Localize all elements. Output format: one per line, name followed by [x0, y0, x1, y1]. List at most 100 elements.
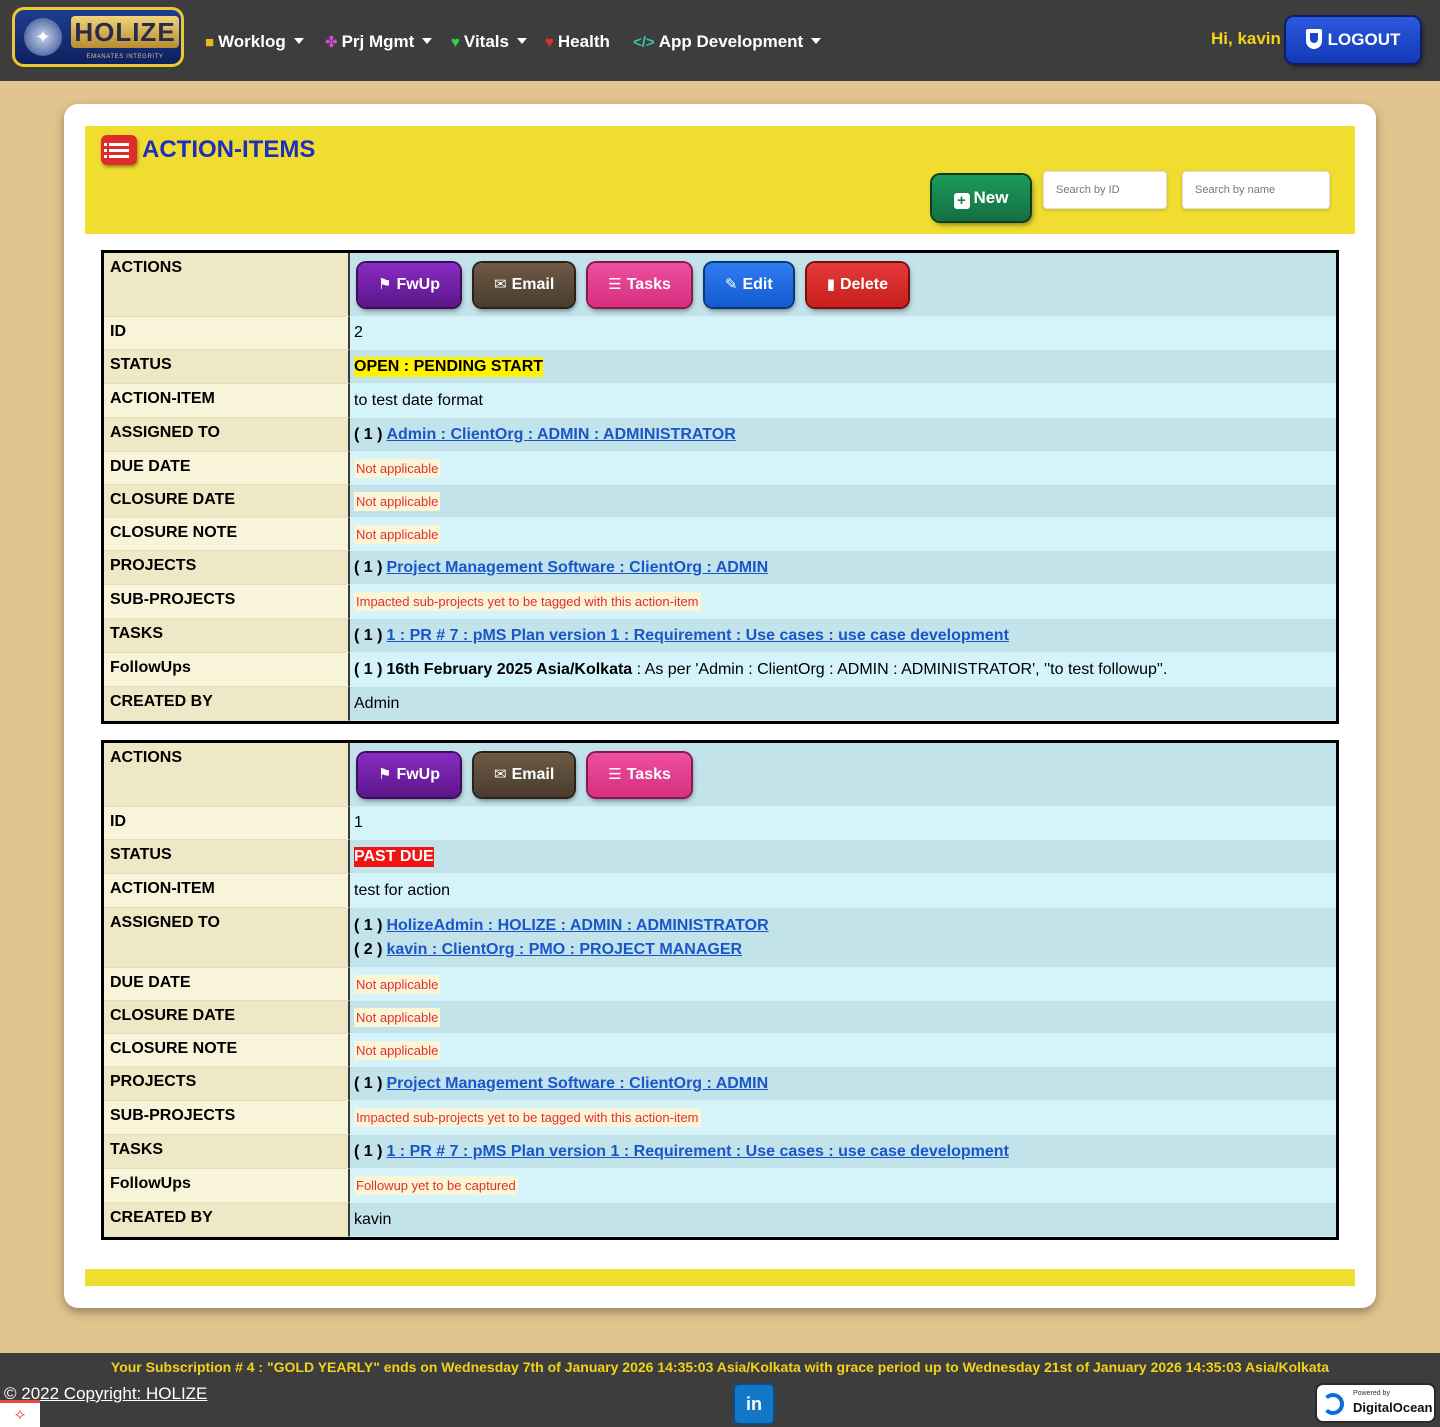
email-button[interactable]: ✉ Email: [474, 752, 575, 797]
tasks-row: TASKS ( 1 ) 1 : PR # 7 : pMS Plan version…: [104, 1135, 1336, 1169]
nav-prj-mgmt[interactable]: ✤ Prj Mgmt: [325, 28, 433, 56]
followup-text: : As per 'Admin : ClientOrg : ADMIN : AD…: [632, 660, 1168, 678]
list-icon: [101, 135, 137, 165]
envelope-icon: ✉: [494, 765, 507, 783]
sub-projects-note: Impacted sub-projects yet to be tagged w…: [354, 592, 701, 611]
followup-icon: ⚑: [378, 765, 392, 783]
chevron-down-icon: [422, 38, 433, 44]
page-title: ACTION-ITEMS: [142, 136, 316, 163]
nav-worklog[interactable]: ■ Worklog: [205, 28, 304, 56]
due-date-row: DUE DATE Not applicable: [104, 968, 1336, 1001]
status-row: STATUS PAST DUE: [104, 840, 1336, 874]
eagle-emblem-icon: ✦: [24, 18, 62, 56]
nav-health[interactable]: ♥ Health: [545, 28, 610, 56]
email-button[interactable]: ✉ Email: [474, 262, 575, 307]
action-item-text: test for action: [354, 881, 451, 899]
action-buttons: ⚑ FwUp ✉ Email ☰ Tasks ✎ Edit ▮ Delete: [354, 262, 1332, 307]
assigned-to-row: ASSIGNED TO ( 1 ) Admin : ClientOrg : ADM…: [104, 418, 1336, 452]
nav-vitals[interactable]: ♥ Vitals: [451, 28, 527, 56]
chevron-down-icon: [811, 38, 822, 44]
health-icon: ♥: [545, 34, 554, 51]
tasks-button[interactable]: ☰ Tasks: [588, 262, 691, 307]
code-icon: </>: [633, 34, 655, 51]
digitalocean-badge[interactable]: Powered by DigitalOcean: [1315, 1383, 1436, 1423]
action-item-row: ACTION-ITEM to test date format: [104, 384, 1336, 418]
shield-icon: [1305, 29, 1322, 49]
task-list-icon: ☰: [608, 765, 622, 783]
assigned-to-row: ASSIGNED TO ( 1 ) HolizeAdmin : HOLIZE : …: [104, 908, 1336, 968]
field-label: ACTIONS: [104, 253, 350, 317]
status-row: STATUS OPEN : PENDING START: [104, 350, 1336, 384]
status-badge: OPEN : PENDING START: [354, 356, 544, 377]
task-link[interactable]: 1 : PR # 7 : pMS Plan version 1 : Requir…: [386, 627, 1008, 644]
tasks-button[interactable]: ☰ Tasks: [588, 752, 691, 797]
not-applicable-note: Not applicable: [354, 491, 441, 511]
plus-icon: +: [953, 193, 970, 209]
laravel-icon: ⟡: [0, 1400, 40, 1427]
id-row: ID 2: [104, 317, 1336, 350]
sub-projects-note: Impacted sub-projects yet to be tagged w…: [354, 1108, 701, 1127]
fwup-button[interactable]: ⚑ FwUp: [358, 752, 460, 797]
not-applicable-note: Not applicable: [354, 1007, 441, 1027]
chevron-down-icon: [516, 38, 527, 44]
not-applicable-note: Not applicable: [354, 458, 441, 478]
assignee-link[interactable]: Admin : ClientOrg : ADMIN : ADMINISTRATO…: [386, 426, 735, 443]
followup-date: 16th February 2025 Asia/Kolkata: [386, 660, 633, 678]
user-greeting: Hi, kavin: [1211, 29, 1281, 48]
action-item-record: ACTIONS ⚑ FwUp ✉ Email ☰ Tasks ✎ Edit ▮ Delet…: [101, 250, 1339, 724]
closure-note-row: CLOSURE NOTE Not applicable: [104, 518, 1336, 551]
sub-projects-row: SUB-PROJECTS Impacted sub-projects yet t…: [104, 585, 1336, 619]
followup-none-note: Followup yet to be captured: [354, 1176, 518, 1195]
subscription-notice: Your Subscription # 4 : "GOLD YEARLY" en…: [110, 1359, 1330, 1375]
followup-icon: ⚑: [378, 275, 392, 293]
action-item-record: ACTIONS ⚑ FwUp ✉ Email ☰ Tasks ID 1 STATUS …: [101, 740, 1339, 1240]
delete-button[interactable]: ▮ Delete: [806, 262, 908, 307]
linkedin-icon[interactable]: in: [735, 1385, 773, 1423]
created-by-value: kavin: [354, 1210, 392, 1228]
assignee-link[interactable]: HolizeAdmin : HOLIZE : ADMIN : ADMINISTR…: [386, 917, 768, 934]
fwup-button[interactable]: ⚑ FwUp: [358, 262, 460, 307]
created-by-value: Admin: [354, 694, 400, 712]
digitalocean-icon: [1322, 1393, 1344, 1415]
envelope-icon: ✉: [494, 275, 507, 293]
task-link[interactable]: 1 : PR # 7 : pMS Plan version 1 : Requir…: [386, 1143, 1008, 1160]
status-badge: PAST DUE: [354, 846, 434, 867]
created-by-row: CREATED BY kavin: [104, 1203, 1336, 1237]
closure-note-row: CLOSURE NOTE Not applicable: [104, 1034, 1336, 1067]
pencil-icon: ✎: [724, 275, 738, 293]
closure-date-row: CLOSURE DATE Not applicable: [104, 485, 1336, 518]
nav-app-development[interactable]: </> App Development: [633, 28, 822, 56]
top-navbar: ✦ HOLIZE EMANATES INTEGRITY ■ Worklog ✤ Pr…: [0, 0, 1440, 81]
search-by-name-input[interactable]: [1182, 171, 1330, 209]
logout-button[interactable]: LOGOUT: [1286, 17, 1420, 63]
search-by-id-input[interactable]: [1043, 171, 1167, 209]
new-button[interactable]: + New: [932, 175, 1030, 221]
record-id: 1: [354, 814, 363, 831]
chevron-down-icon: [293, 38, 304, 44]
brand-logo[interactable]: ✦ HOLIZE EMANATES INTEGRITY: [12, 7, 184, 67]
project-link[interactable]: Project Management Software : ClientOrg …: [386, 1075, 768, 1092]
action-item-row: ACTION-ITEM test for action: [104, 874, 1336, 908]
actions-row: ACTIONS ⚑ FwUp ✉ Email ☰ Tasks ✎ Edit ▮ Delet…: [104, 253, 1336, 317]
action-item-text: to test date format: [354, 391, 483, 409]
project-icon: ✤: [325, 34, 338, 51]
tasks-row: TASKS ( 1 ) 1 : PR # 7 : pMS Plan version…: [104, 619, 1336, 653]
created-by-row: CREATED BY Admin: [104, 687, 1336, 721]
not-applicable-note: Not applicable: [354, 1040, 441, 1060]
actions-row: ACTIONS ⚑ FwUp ✉ Email ☰ Tasks: [104, 743, 1336, 807]
site-footer: Your Subscription # 4 : "GOLD YEARLY" en…: [0, 1353, 1440, 1427]
main-card: ACTION-ITEMS +New ACTIONS ⚑FwUp ✉Email ☰…: [64, 104, 1376, 1308]
record-id: 2: [354, 324, 363, 341]
project-link[interactable]: Project Management Software : ClientOrg …: [386, 559, 768, 576]
assignee-link[interactable]: kavin : ClientOrg : PMO : PROJECT MANAGE…: [386, 941, 742, 958]
closure-date-row: CLOSURE DATE Not applicable: [104, 1001, 1336, 1034]
followups-row: FollowUps Followup yet to be captured: [104, 1169, 1336, 1203]
not-applicable-note: Not applicable: [354, 524, 441, 544]
followups-row: FollowUps ( 1 ) 16th February 2025 Asia/K…: [104, 653, 1336, 687]
brand-tagline: EMANATES INTEGRITY: [86, 54, 164, 60]
brand-name: HOLIZE: [71, 16, 179, 48]
briefcase-icon: ■: [205, 34, 215, 51]
projects-row: PROJECTS ( 1 ) Project Management Softwar…: [104, 551, 1336, 585]
edit-button[interactable]: ✎ Edit: [704, 262, 793, 307]
projects-row: PROJECTS ( 1 ) Project Management Softwar…: [104, 1067, 1336, 1101]
